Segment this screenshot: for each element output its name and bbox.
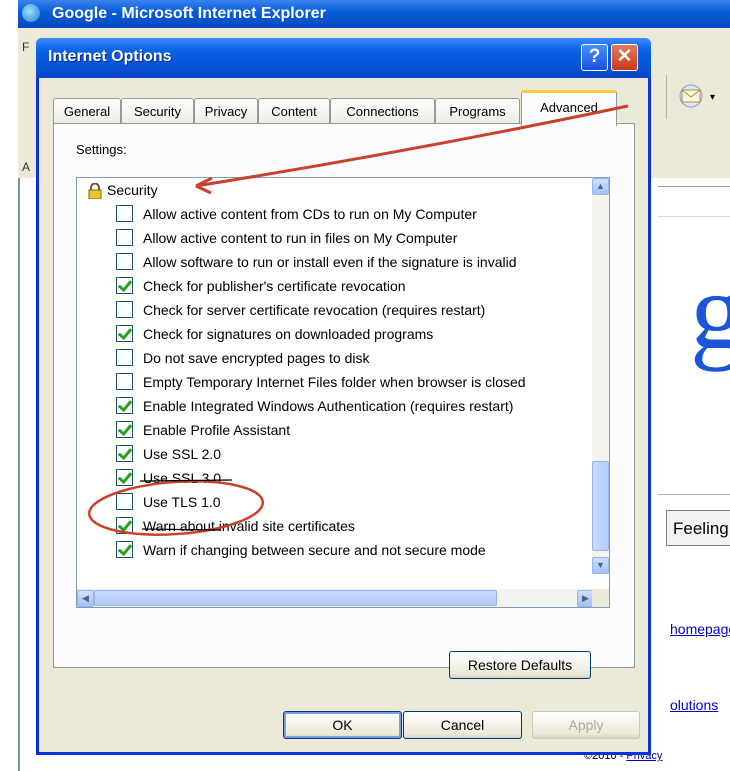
- scroll-left-icon[interactable]: ◀: [77, 590, 94, 607]
- setting-label: Enable Integrated Windows Authentication…: [143, 398, 514, 414]
- setting-checkbox[interactable]: [116, 469, 133, 486]
- setting-checkbox[interactable]: [116, 541, 133, 558]
- setting-label: Empty Temporary Internet Files folder wh…: [143, 374, 526, 390]
- homepage-link[interactable]: homepage: [670, 621, 730, 637]
- group-header-label: Security: [107, 182, 158, 198]
- setting-label: Use SSL 2.0: [143, 446, 222, 462]
- page-divider: [658, 186, 730, 187]
- browser-titlebar: Google - Microsoft Internet Explorer: [18, 0, 730, 28]
- toolbar-separator: [666, 75, 667, 119]
- vertical-scrollbar[interactable]: ▲ ▼: [592, 178, 609, 574]
- setting-checkbox[interactable]: [116, 493, 133, 510]
- browser-title: Google - Microsoft Internet Explorer: [52, 5, 326, 22]
- address-label-partial: A: [22, 160, 31, 174]
- setting-label: Use SSL 3.0: [143, 470, 222, 486]
- settings-label: Settings:: [76, 142, 127, 157]
- ok-button[interactable]: OK: [283, 711, 402, 739]
- vertical-scroll-thumb[interactable]: [592, 461, 609, 551]
- setting-label: Warn about invalid site certificates: [143, 518, 355, 534]
- scroll-down-icon[interactable]: ▼: [592, 557, 609, 574]
- tab-advanced[interactable]: Advanced: [521, 90, 617, 126]
- google-logo-fragment: g: [690, 250, 730, 372]
- setting-checkbox[interactable]: [116, 277, 133, 294]
- close-button[interactable]: ✕: [611, 44, 638, 71]
- internet-options-dialog: Internet Options ? ✕ General Security Pr…: [36, 38, 651, 755]
- setting-label: Allow active content to run in files on …: [143, 230, 458, 246]
- tab-privacy[interactable]: Privacy: [194, 98, 258, 124]
- setting-label: Check for server certificate revocation …: [143, 302, 486, 318]
- ie-logo-icon: [22, 4, 40, 22]
- setting-label: Use TLS 1.0: [143, 494, 221, 510]
- dialog-title: Internet Options: [48, 48, 172, 65]
- setting-checkbox[interactable]: [116, 253, 133, 270]
- setting-checkbox[interactable]: [116, 349, 133, 366]
- setting-label: Do not save encrypted pages to disk: [143, 350, 370, 366]
- cancel-button[interactable]: Cancel: [403, 711, 522, 739]
- setting-checkbox[interactable]: [116, 445, 133, 462]
- setting-checkbox[interactable]: [116, 205, 133, 222]
- setting-checkbox[interactable]: [116, 229, 133, 246]
- horizontal-scroll-thumb[interactable]: [94, 590, 497, 606]
- setting-label: Allow software to run or install even if…: [143, 254, 517, 270]
- setting-label: Warn if changing between secure and not …: [143, 542, 486, 558]
- advanced-tab-panel: Settings: Security Allow active content …: [53, 123, 635, 679]
- tab-content[interactable]: Content: [258, 98, 330, 124]
- tab-general[interactable]: General: [53, 98, 121, 124]
- dialog-titlebar[interactable]: Internet Options ? ✕: [36, 38, 651, 78]
- setting-label: Enable Profile Assistant: [143, 422, 291, 438]
- feeling-lucky-button[interactable]: Feeling: [666, 510, 730, 546]
- settings-list[interactable]: Security Allow active content from CDs t…: [76, 177, 610, 608]
- apply-button[interactable]: Apply: [532, 711, 640, 739]
- browser-left-border: [18, 178, 20, 771]
- page-divider-light: [658, 216, 730, 217]
- setting-checkbox[interactable]: [116, 421, 133, 438]
- mail-icon[interactable]: [676, 84, 706, 108]
- mail-dropdown-icon[interactable]: ▾: [710, 92, 715, 103]
- setting-checkbox[interactable]: [116, 325, 133, 342]
- menu-file-partial[interactable]: F: [22, 40, 29, 54]
- help-button[interactable]: ?: [581, 44, 608, 71]
- setting-label: Allow active content from CDs to run on …: [143, 206, 477, 222]
- horizontal-scrollbar[interactable]: ◀ ▶: [77, 589, 594, 607]
- business-solutions-link[interactable]: olutions: [670, 697, 718, 713]
- tab-programs[interactable]: Programs: [435, 98, 520, 124]
- scrollbar-corner: [592, 589, 609, 607]
- setting-label: Check for signatures on downloaded progr…: [143, 326, 434, 342]
- setting-checkbox[interactable]: [116, 397, 133, 414]
- restore-defaults-button[interactable]: Restore Defaults: [449, 651, 591, 679]
- tab-security[interactable]: Security: [121, 98, 194, 124]
- setting-checkbox[interactable]: [116, 301, 133, 318]
- setting-checkbox[interactable]: [116, 517, 133, 534]
- lock-icon: [88, 183, 102, 199]
- tab-connections[interactable]: Connections: [330, 98, 435, 124]
- search-divider: [658, 494, 730, 495]
- scroll-up-icon[interactable]: ▲: [592, 178, 609, 195]
- setting-label: Check for publisher's certificate revoca…: [143, 278, 406, 294]
- setting-checkbox[interactable]: [116, 373, 133, 390]
